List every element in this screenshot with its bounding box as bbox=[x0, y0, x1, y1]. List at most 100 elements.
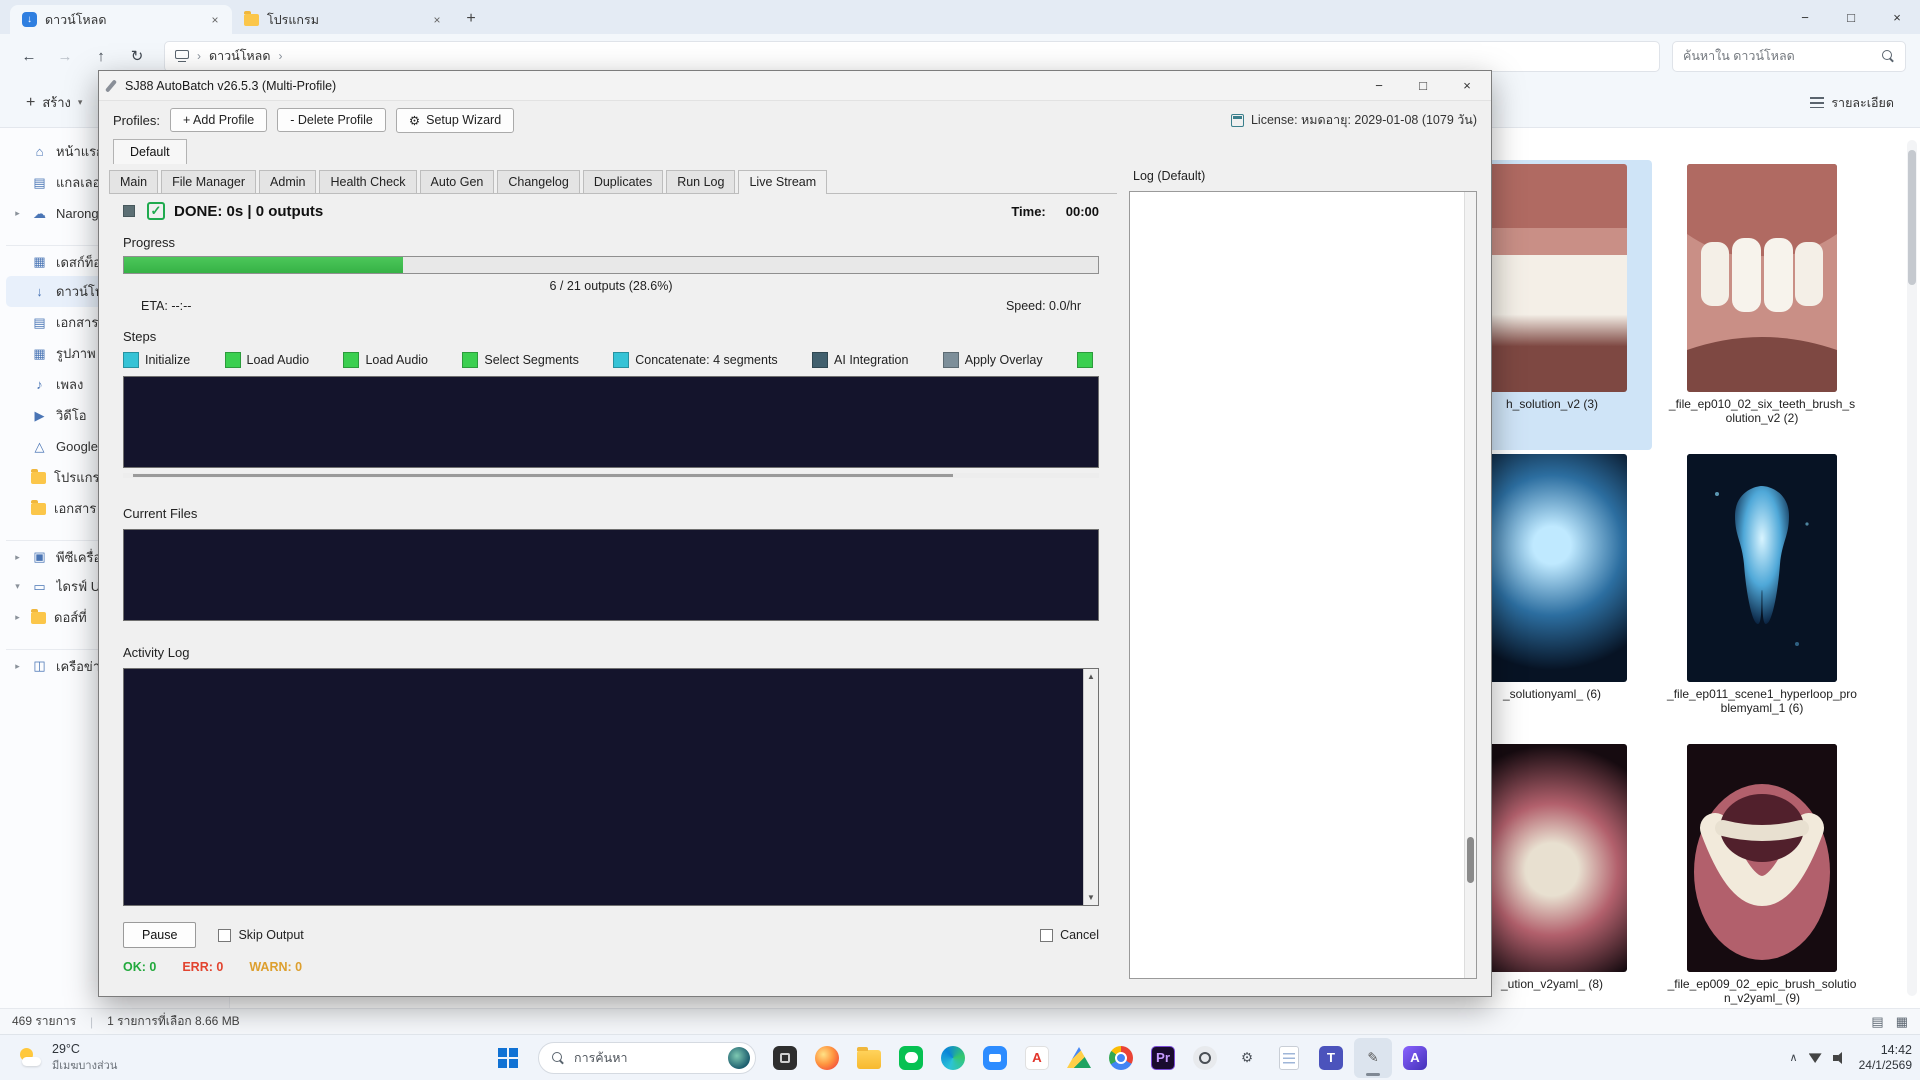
minimize-button[interactable]: − bbox=[1357, 71, 1401, 101]
scrollbar-thumb[interactable] bbox=[1908, 150, 1916, 285]
window-controls: − □ × bbox=[1357, 71, 1489, 101]
close-button[interactable]: × bbox=[1445, 71, 1489, 101]
taskbar-search[interactable]: การค้นหา bbox=[538, 1042, 756, 1074]
notebook-tabs: MainFile ManagerAdminHealth Check Auto Ge… bbox=[109, 169, 1117, 194]
content-scrollbar[interactable] bbox=[1907, 140, 1917, 996]
tab-main[interactable]: Main bbox=[109, 170, 158, 193]
file-item[interactable]: _file_ep009_02_epic_brush_solution_v2yam… bbox=[1662, 740, 1862, 1030]
tab-changelog[interactable]: Changelog bbox=[497, 170, 579, 193]
pause-button[interactable]: Pause bbox=[123, 922, 196, 948]
activity-log-scrollbar[interactable]: ▲ ▼ bbox=[1083, 669, 1098, 905]
weather-widget[interactable]: 29°C มีเมฆบางส่วน bbox=[10, 1035, 125, 1080]
google-drive-icon[interactable] bbox=[1060, 1038, 1098, 1078]
progress-bar bbox=[123, 256, 1099, 274]
autobatch-titlebar[interactable]: SJ88 AutoBatch v26.5.3 (Multi-Profile) −… bbox=[99, 71, 1491, 101]
skip-output-checkbox[interactable]: Skip Output bbox=[218, 928, 303, 942]
scroll-up-icon[interactable]: ▲ bbox=[1087, 672, 1095, 681]
tab-admin[interactable]: Admin bbox=[259, 170, 316, 193]
file-item[interactable]: _file_ep011_scene1_hyperloop_problemyaml… bbox=[1662, 450, 1862, 740]
tab-run-log[interactable]: Run Log bbox=[666, 170, 735, 193]
clock[interactable]: 14:42 24/1/2569 bbox=[1859, 1042, 1912, 1074]
sidebar-item-icon: ↓ bbox=[31, 284, 48, 299]
close-tab-icon[interactable]: × bbox=[206, 11, 224, 29]
log-scrollbar[interactable] bbox=[1464, 192, 1476, 978]
ai-app-icon[interactable]: A bbox=[1396, 1038, 1434, 1078]
stop-icon[interactable] bbox=[123, 205, 135, 217]
search-input[interactable]: ค้นหาใน ดาวน์โหลด bbox=[1672, 41, 1906, 72]
zoom-icon[interactable] bbox=[976, 1038, 1014, 1078]
maximize-button[interactable]: □ bbox=[1401, 71, 1445, 101]
settings-icon[interactable]: ⚙ bbox=[1228, 1038, 1266, 1078]
minimize-button[interactable]: − bbox=[1782, 0, 1828, 34]
breadcrumb[interactable]: ดาวน์โหลด bbox=[209, 46, 270, 66]
expand-chevron-icon[interactable]: ▾ bbox=[12, 581, 23, 592]
close-tab-icon[interactable]: × bbox=[428, 11, 446, 29]
expand-chevron-icon[interactable]: ▸ bbox=[12, 208, 23, 219]
teams-icon[interactable]: T bbox=[1312, 1038, 1350, 1078]
line-icon[interactable] bbox=[892, 1038, 930, 1078]
obs-icon[interactable] bbox=[1186, 1038, 1224, 1078]
forward-button[interactable]: → bbox=[50, 41, 80, 71]
new-button[interactable]: + สร้าง ▾ bbox=[16, 86, 92, 119]
volume-icon[interactable] bbox=[1833, 1052, 1848, 1064]
sidebar-item-icon: ▦ bbox=[31, 346, 48, 362]
system-tray: ∧ 14:42 24/1/2569 bbox=[1790, 1035, 1912, 1080]
thumbnail-view-icon[interactable]: ▦ bbox=[1896, 1014, 1908, 1030]
explorer-tab-downloads[interactable]: ↓ ดาวน์โหลด × bbox=[10, 5, 232, 34]
chrome-icon[interactable] bbox=[1102, 1038, 1140, 1078]
file-item[interactable]: _file_ep010_02_six_teeth_brush_solution_… bbox=[1662, 160, 1862, 450]
step-chip: Load Audio bbox=[343, 352, 428, 368]
tab-auto-gen[interactable]: Auto Gen bbox=[420, 170, 495, 193]
list-view-icon[interactable]: ▤ bbox=[1871, 1014, 1883, 1030]
notepad-icon[interactable] bbox=[1270, 1038, 1308, 1078]
plus-icon: + bbox=[26, 95, 35, 111]
start-button[interactable] bbox=[488, 1038, 528, 1078]
details-view-button[interactable]: รายละเอียด bbox=[1800, 87, 1904, 119]
tab-duplicates[interactable]: Duplicates bbox=[583, 170, 663, 193]
checkbox-icon[interactable] bbox=[1040, 929, 1053, 942]
tab-health-check[interactable]: Health Check bbox=[319, 170, 416, 193]
add-profile-button[interactable]: + Add Profile bbox=[170, 108, 267, 132]
step-color-icon bbox=[1077, 352, 1093, 368]
checkbox-icon[interactable] bbox=[218, 929, 231, 942]
tab-file-manager[interactable]: File Manager bbox=[161, 170, 256, 193]
scroll-down-icon[interactable]: ▼ bbox=[1087, 893, 1095, 902]
explorer-tab-programs[interactable]: โปรแกรม × bbox=[232, 5, 454, 34]
maximize-button[interactable]: □ bbox=[1828, 0, 1874, 34]
address-bar[interactable]: › ดาวน์โหลด › bbox=[164, 41, 1660, 72]
weather-temp: 29°C bbox=[52, 1042, 117, 1056]
wifi-icon[interactable] bbox=[1809, 1052, 1822, 1063]
edge-icon[interactable] bbox=[934, 1038, 972, 1078]
step-label: Select Segments bbox=[484, 353, 579, 367]
tab-label: Auto Gen bbox=[431, 175, 484, 189]
hidden-icons-chevron[interactable]: ∧ bbox=[1790, 1051, 1798, 1064]
tab-label: Duplicates bbox=[594, 175, 652, 189]
close-button[interactable]: × bbox=[1874, 0, 1920, 34]
profile-tab-default[interactable]: Default bbox=[113, 139, 187, 164]
scrollbar-thumb[interactable] bbox=[1467, 837, 1474, 883]
premiere-icon[interactable]: Pr bbox=[1144, 1038, 1182, 1078]
back-button[interactable]: ← bbox=[14, 41, 44, 71]
expand-chevron-icon[interactable]: ▸ bbox=[12, 552, 23, 563]
new-tab-button[interactable]: + bbox=[458, 6, 484, 32]
scrollbar-thumb[interactable] bbox=[133, 474, 953, 477]
search-icon bbox=[1881, 49, 1895, 63]
autobatch-icon[interactable]: ✎ bbox=[1354, 1038, 1392, 1078]
steps-hscrollbar[interactable] bbox=[123, 473, 1099, 478]
delete-profile-button[interactable]: - Delete Profile bbox=[277, 108, 386, 132]
up-button[interactable]: ↑ bbox=[86, 41, 116, 71]
black-app-icon[interactable] bbox=[766, 1038, 804, 1078]
file-explorer-icon[interactable] bbox=[850, 1038, 888, 1078]
tab-live-stream[interactable]: Live Stream bbox=[738, 170, 827, 194]
firefox-icon[interactable] bbox=[808, 1038, 846, 1078]
refresh-button[interactable]: ↻ bbox=[122, 41, 152, 71]
cancel-checkbox[interactable]: Cancel bbox=[1040, 928, 1099, 942]
expand-chevron-icon[interactable]: ▸ bbox=[12, 612, 23, 623]
search-icon bbox=[551, 1051, 565, 1065]
setup-wizard-button[interactable]: ⚙ Setup Wizard bbox=[396, 108, 514, 133]
tab-label: โปรแกรม bbox=[267, 10, 420, 30]
acrobat-icon[interactable]: A bbox=[1018, 1038, 1056, 1078]
expand-chevron-icon[interactable]: ▸ bbox=[12, 661, 23, 672]
activity-log-console[interactable]: ▲ ▼ bbox=[123, 668, 1099, 906]
log-panel[interactable] bbox=[1129, 191, 1477, 979]
